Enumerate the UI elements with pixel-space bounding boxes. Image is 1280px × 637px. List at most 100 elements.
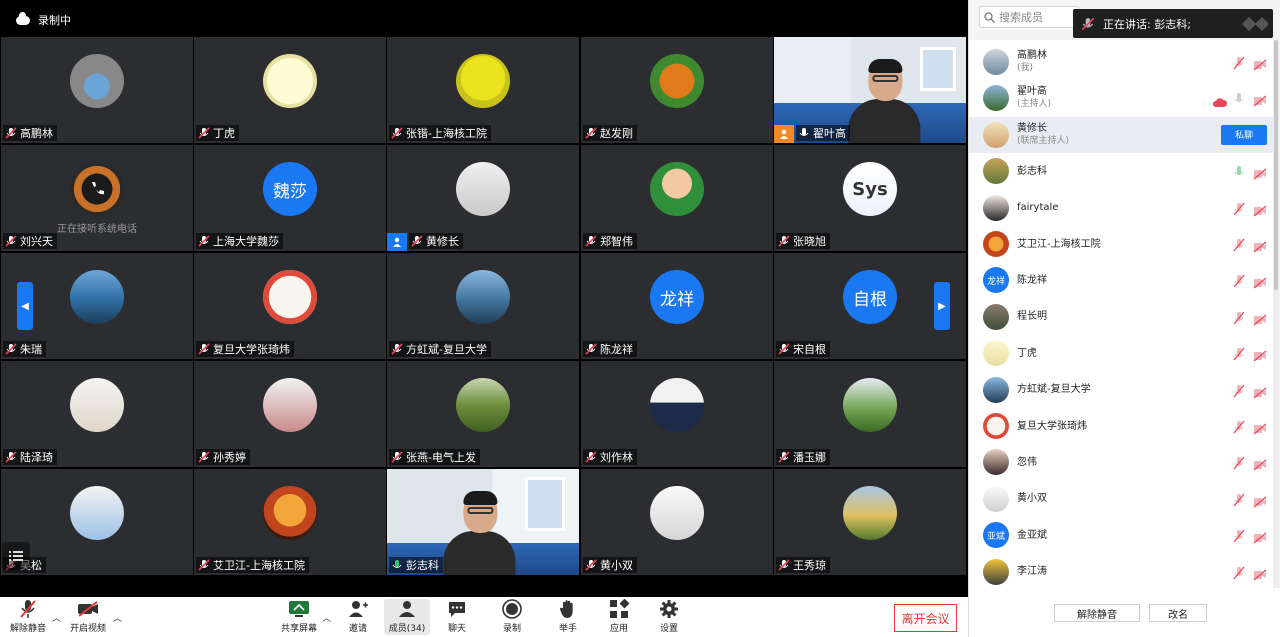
mic-muted-icon[interactable] — [1233, 455, 1245, 470]
participant-row[interactable]: fairytale — [969, 190, 1273, 226]
video-tile[interactable]: 潘玉娜 — [774, 361, 966, 467]
camera-off-icon[interactable] — [1253, 238, 1267, 253]
participant-row[interactable]: 程长明 — [969, 299, 1273, 335]
video-tile[interactable]: 黄小双 — [581, 469, 773, 575]
mic-muted-icon[interactable] — [1233, 55, 1245, 70]
previous-page-button[interactable]: ◀ — [17, 282, 33, 330]
mic-muted-icon[interactable] — [1233, 492, 1245, 507]
video-tile-active-speaker[interactable]: 彭志科 — [387, 469, 579, 575]
video-tile[interactable]: 陆泽琦 — [1, 361, 193, 467]
search-input[interactable]: 搜索成员 — [979, 6, 1079, 28]
camera-off-icon[interactable] — [1253, 456, 1267, 471]
record-button[interactable]: 录制 — [489, 599, 535, 634]
mic-muted-icon[interactable] — [1233, 273, 1245, 288]
private-chat-button[interactable]: 私聊 — [1221, 124, 1267, 145]
layout-list-button[interactable] — [2, 542, 30, 570]
video-tile[interactable]: 赵发刚 — [581, 37, 773, 143]
video-tile[interactable]: Sys 张晓旭 — [774, 145, 966, 251]
participant-row[interactable]: 复旦大学张琦炜 — [969, 408, 1273, 444]
video-tile[interactable]: 张燕-电气上发 — [387, 361, 579, 467]
mic-muted-icon[interactable] — [1233, 310, 1245, 325]
mic-muted-icon[interactable] — [1233, 419, 1245, 434]
mic-muted-icon[interactable] — [1233, 201, 1245, 216]
video-tile-cohost[interactable]: 黄修长 — [387, 145, 579, 251]
participant-name: 陈龙祥 — [1017, 274, 1047, 286]
participant-row[interactable]: 亚斌 金亚斌 — [969, 517, 1273, 553]
participant-name: 黄小双 — [1017, 493, 1047, 505]
camera-off-icon[interactable] — [1253, 274, 1267, 289]
mic-active-icon[interactable] — [1233, 164, 1245, 178]
participant-row[interactable]: 丁虎 — [969, 335, 1273, 371]
rename-button[interactable]: 改名 — [1149, 604, 1207, 622]
unmute-all-button[interactable]: 解除静音 — [1054, 604, 1140, 622]
share-screen-button[interactable]: 共享屏幕 — [276, 599, 322, 634]
mic-icon[interactable] — [1233, 91, 1245, 105]
mic-muted-icon[interactable] — [1233, 528, 1245, 543]
participant-row[interactable]: 黄小双 — [969, 481, 1273, 517]
video-tile[interactable]: 正在接听系统电话 刘兴天 — [1, 145, 193, 251]
participant-list: 高鹏林 (我) 翟叶高 (主持人) 黄修长 (联席主持人) 私聊 彭志科 fairytale 艾卫… — [969, 40, 1273, 588]
participant-row[interactable]: 龙祥 陈龙祥 — [969, 262, 1273, 298]
camera-off-icon[interactable] — [1253, 56, 1267, 71]
video-tile[interactable]: 方虹斌-复旦大学 — [387, 253, 579, 359]
video-tile[interactable]: 张锴-上海核工院 — [387, 37, 579, 143]
participant-avatar: 魏莎 — [263, 162, 317, 216]
start-video-button[interactable]: 开启视频 — [65, 599, 111, 634]
camera-off-icon[interactable] — [1253, 311, 1267, 326]
camera-off-icon[interactable] — [1253, 420, 1267, 435]
video-tile[interactable]: 刘作林 — [581, 361, 773, 467]
apps-button[interactable]: 应用 — [596, 599, 642, 634]
tile-name-bar: 高鹏林 — [3, 125, 57, 141]
next-page-button[interactable]: ▶ — [934, 282, 950, 330]
participant-row[interactable]: 李江涛 — [969, 554, 1273, 590]
camera-off-icon[interactable] — [1253, 202, 1267, 217]
tile-name-bar: 张燕-电气上发 — [389, 449, 480, 465]
tile-name-bar: 黄修长 — [409, 233, 463, 249]
mic-muted-icon[interactable] — [1233, 565, 1245, 580]
video-tile[interactable]: 艾卫江-上海核工院 — [194, 469, 386, 575]
video-tile[interactable]: 郑智伟 — [581, 145, 773, 251]
chevron-up-icon[interactable]: ︿ — [113, 611, 122, 624]
camera-off-icon[interactable] — [1253, 493, 1267, 508]
video-tile-host[interactable]: 翟叶高 — [774, 37, 966, 143]
camera-off-icon[interactable] — [1253, 347, 1267, 362]
camera-off-icon[interactable] — [1253, 566, 1267, 581]
chevron-up-icon[interactable]: ︿ — [52, 611, 61, 624]
raise-hand-button[interactable]: 举手 — [545, 599, 591, 634]
camera-off-icon[interactable] — [1253, 384, 1267, 399]
participant-name-block: 艾卫江-上海核工院 — [1017, 238, 1101, 251]
participant-row[interactable]: 翟叶高 (主持人) — [969, 80, 1273, 116]
tile-name-bar: 郑智伟 — [583, 233, 637, 249]
camera-off-icon[interactable] — [1253, 92, 1267, 107]
video-tile[interactable]: 王秀琼 — [774, 469, 966, 575]
video-tile[interactable]: 复旦大学张琦炜 — [194, 253, 386, 359]
unmute-button[interactable]: 解除静音 — [5, 599, 51, 634]
video-tile[interactable]: 孙秀婷 — [194, 361, 386, 467]
invite-button[interactable]: 邀请 — [335, 599, 381, 634]
camera-off-icon[interactable] — [1253, 529, 1267, 544]
members-button[interactable]: 成员(34) — [384, 599, 430, 635]
tile-name-bar: 彭志科 — [389, 557, 443, 573]
video-tile[interactable]: 高鹏林 — [1, 37, 193, 143]
video-tile[interactable]: 丁虎 — [194, 37, 386, 143]
cloud-icon — [16, 11, 30, 25]
participant-row[interactable]: 黄修长 (联席主持人) 私聊 — [969, 116, 1273, 153]
video-tile[interactable]: 龙祥 陈龙祥 — [581, 253, 773, 359]
participant-row[interactable]: 忽伟 — [969, 444, 1273, 480]
participant-row[interactable]: 方虹斌-复旦大学 — [969, 372, 1273, 408]
mic-muted-icon[interactable] — [1233, 237, 1245, 252]
mic-muted-icon[interactable] — [1233, 346, 1245, 361]
participant-row[interactable]: 高鹏林 (我) — [969, 44, 1273, 80]
video-tile[interactable]: 魏莎 上海大学魏莎 — [194, 145, 386, 251]
mic-muted-icon — [391, 451, 403, 463]
drag-handle-icon[interactable] — [1241, 16, 1270, 31]
camera-off-icon[interactable] — [1253, 165, 1267, 180]
participant-row[interactable]: 艾卫江-上海核工院 — [969, 226, 1273, 262]
leave-meeting-button[interactable]: 离开会议 — [894, 604, 957, 632]
mic-muted-icon[interactable] — [1233, 383, 1245, 398]
chat-button[interactable]: 聊天 — [434, 599, 480, 634]
chevron-up-icon[interactable]: ︿ — [322, 611, 331, 624]
participant-list-scrollbar[interactable] — [1273, 40, 1279, 588]
settings-button[interactable]: 设置 — [646, 599, 692, 634]
participant-row[interactable]: 彭志科 — [969, 153, 1273, 189]
